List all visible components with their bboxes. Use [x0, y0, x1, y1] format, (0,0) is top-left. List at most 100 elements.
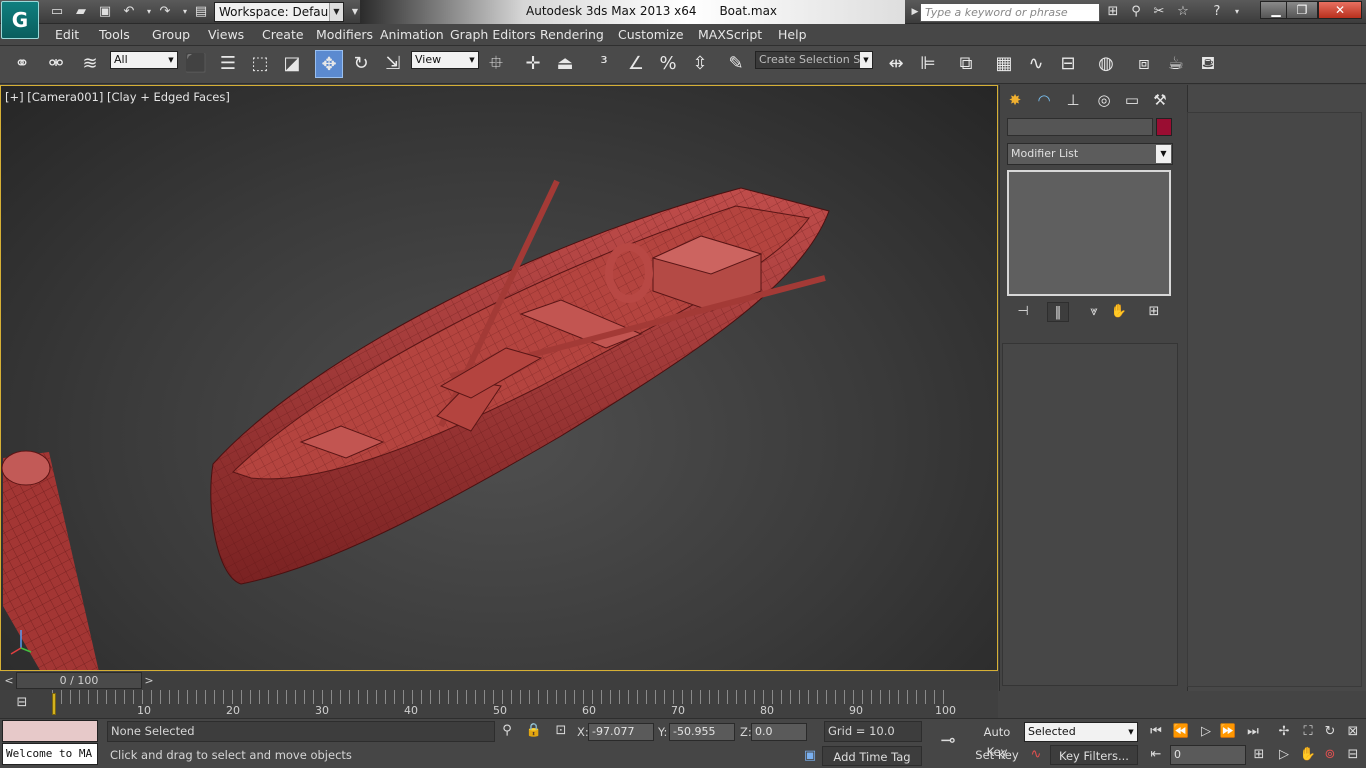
select-by-name-icon[interactable]: ☰ — [214, 50, 242, 78]
app-logo-icon[interactable]: G — [1, 1, 39, 39]
help-dropdown-icon[interactable]: ▾ — [1228, 3, 1246, 21]
default-tangents-icon[interactable]: ∿ — [1026, 745, 1046, 765]
menu-modifiers[interactable]: Modifiers — [316, 27, 373, 42]
set-keys-icon[interactable]: ⊸ — [932, 731, 964, 751]
track-ruler[interactable] — [52, 690, 952, 704]
previous-frame-arrow-icon[interactable]: < — [2, 672, 16, 689]
modifier-stack[interactable] — [1007, 170, 1171, 296]
rectangular-selection-icon[interactable]: ⬚ — [246, 50, 274, 78]
menu-customize[interactable]: Customize — [618, 27, 684, 42]
maxscript-mini-listener[interactable]: Welcome to MA — [2, 743, 98, 765]
material-editor-icon[interactable]: ◍ — [1092, 50, 1120, 78]
orbit-camera-icon[interactable]: ⊚ — [1320, 745, 1340, 765]
project-folder-icon[interactable]: ▤ — [192, 3, 210, 21]
modify-tab-icon[interactable]: ◠ — [1032, 88, 1056, 112]
named-selection-set-dropdown[interactable]: Create Selection Se ▼ — [755, 51, 873, 69]
time-tag-icon[interactable]: ▣ — [800, 746, 820, 766]
display-tab-icon[interactable]: ▭ — [1120, 88, 1144, 112]
menu-maxscript[interactable]: MAXScript — [698, 27, 762, 42]
z-coordinate-field[interactable]: 0.0 — [751, 723, 807, 741]
set-key-button[interactable]: Set Key — [972, 745, 1022, 765]
object-name-field[interactable] — [1007, 118, 1153, 136]
binoculars-icon[interactable]: ⊞ — [1104, 3, 1122, 21]
pan-icon[interactable]: ✋ — [1298, 745, 1318, 765]
spinner-snap-icon[interactable]: ⇳ — [686, 50, 714, 78]
select-and-link-icon[interactable]: ⚭ — [8, 50, 36, 78]
communication-center-icon[interactable]: ✂ — [1150, 3, 1168, 21]
curve-editor-icon[interactable]: ∿ — [1022, 50, 1050, 78]
menu-create[interactable]: Create — [262, 27, 304, 42]
key-mode-dropdown[interactable]: Selected ▼ — [1024, 722, 1138, 742]
show-end-result-icon[interactable]: ‖ — [1047, 302, 1069, 322]
mirror-icon[interactable]: ⇹ — [882, 50, 910, 78]
percent-snap-icon[interactable]: % — [654, 50, 682, 78]
maxscript-listener-output[interactable] — [2, 720, 98, 742]
open-file-icon[interactable]: ▰ — [72, 3, 90, 21]
selection-filter-dropdown[interactable]: All ▼ — [110, 51, 178, 69]
isolate-selection-icon[interactable]: ⚲ — [497, 721, 517, 741]
orbit-icon[interactable]: ↻ — [1320, 722, 1340, 742]
select-and-rotate-icon[interactable]: ↻ — [347, 50, 375, 78]
close-button[interactable]: ✕ — [1318, 1, 1362, 19]
render-production-icon[interactable]: ⛾ — [1194, 50, 1222, 78]
absolute-mode-transform-icon[interactable]: ⊡ — [551, 721, 571, 741]
remove-modifier-icon[interactable]: ✋ — [1108, 302, 1130, 322]
pin-stack-icon[interactable]: ⊣ — [1012, 302, 1034, 322]
next-frame-icon[interactable]: ⏩ — [1218, 722, 1238, 742]
x-coordinate-field[interactable]: -97.077 — [588, 723, 654, 741]
field-of-view-icon[interactable]: ▷ — [1274, 745, 1294, 765]
modifier-list-dropdown[interactable]: Modifier List ▼ — [1007, 143, 1173, 165]
snaps-toggle-icon[interactable]: ³ — [590, 50, 618, 78]
key-filters-button[interactable]: Key Filters... — [1050, 745, 1138, 765]
search-input[interactable]: Type a keyword or phrase — [920, 3, 1100, 22]
reference-coordinate-dropdown[interactable]: View ▼ — [411, 51, 479, 69]
menu-edit[interactable]: Edit — [55, 27, 79, 42]
bind-to-space-warp-icon[interactable]: ≋ — [76, 50, 104, 78]
manipulate-icon[interactable]: ✛ — [519, 50, 547, 78]
menu-tools[interactable]: Tools — [99, 27, 130, 42]
hierarchy-tab-icon[interactable]: ⊥ — [1061, 88, 1085, 112]
utilities-tab-icon[interactable]: ⚒ — [1148, 88, 1172, 112]
pivot-center-icon[interactable]: ⯐ — [482, 50, 510, 78]
current-frame-field[interactable]: 0 — [1170, 745, 1246, 765]
schematic-view-icon[interactable]: ⊟ — [1054, 50, 1082, 78]
create-tab-icon[interactable]: ✸ — [1003, 88, 1027, 112]
time-configuration-icon[interactable]: ⊞ — [1249, 745, 1269, 765]
motion-tab-icon[interactable]: ◎ — [1092, 88, 1116, 112]
align-icon[interactable]: ⊫ — [914, 50, 942, 78]
new-file-icon[interactable]: ▭ — [48, 3, 66, 21]
menu-rendering[interactable]: Rendering — [540, 27, 604, 42]
menu-help[interactable]: Help — [778, 27, 807, 42]
angle-snap-icon[interactable]: ∠ — [622, 50, 650, 78]
mini-curve-editor-icon[interactable]: ⊟ — [12, 693, 32, 713]
rendered-frame-window-icon[interactable]: ☕ — [1162, 50, 1190, 78]
key-mode-toggle-icon[interactable]: ⇤ — [1146, 745, 1166, 765]
menu-animation[interactable]: Animation — [380, 27, 444, 42]
workspace-dropdown[interactable]: Workspace: Default ▼ — [214, 2, 344, 22]
auto-key-button[interactable]: Auto Key — [972, 722, 1022, 759]
go-to-end-icon[interactable]: ⏭ — [1243, 722, 1263, 742]
menu-views[interactable]: Views — [208, 27, 244, 42]
edit-named-selection-icon[interactable]: ✎ — [722, 50, 750, 78]
make-unique-icon[interactable]: ⩔ — [1083, 302, 1105, 322]
window-crossing-icon[interactable]: ◪ — [278, 50, 306, 78]
favorites-star-icon[interactable]: ☆ — [1174, 3, 1192, 21]
selection-lock-icon[interactable]: 🔒 — [524, 721, 544, 741]
redo-icon[interactable]: ↷ — [156, 3, 174, 21]
render-setup-icon[interactable]: ⧈ — [1130, 50, 1158, 78]
keyboard-shortcut-override-icon[interactable]: ⏏ — [551, 50, 579, 78]
save-file-icon[interactable]: ▣ — [96, 3, 114, 21]
graphite-ribbon-icon[interactable]: ▦ — [990, 50, 1018, 78]
undo-icon[interactable]: ↶ — [120, 3, 138, 21]
menu-group[interactable]: Group — [152, 27, 190, 42]
configure-modifier-sets-icon[interactable]: ⊞ — [1143, 302, 1165, 322]
play-icon[interactable]: ▷ — [1196, 722, 1216, 742]
object-color-swatch[interactable] — [1156, 118, 1172, 136]
current-frame-marker[interactable] — [52, 693, 56, 715]
menu-graph-editors[interactable]: Graph Editors — [450, 27, 536, 42]
zoom-all-icon[interactable]: ⛶ — [1298, 722, 1318, 742]
layer-manager-icon[interactable]: ⧉ — [952, 50, 980, 78]
select-and-scale-icon[interactable]: ⇲ — [379, 50, 407, 78]
maximize-toggle-icon[interactable]: ⊟ — [1343, 745, 1363, 765]
next-frame-arrow-icon[interactable]: > — [142, 672, 156, 689]
